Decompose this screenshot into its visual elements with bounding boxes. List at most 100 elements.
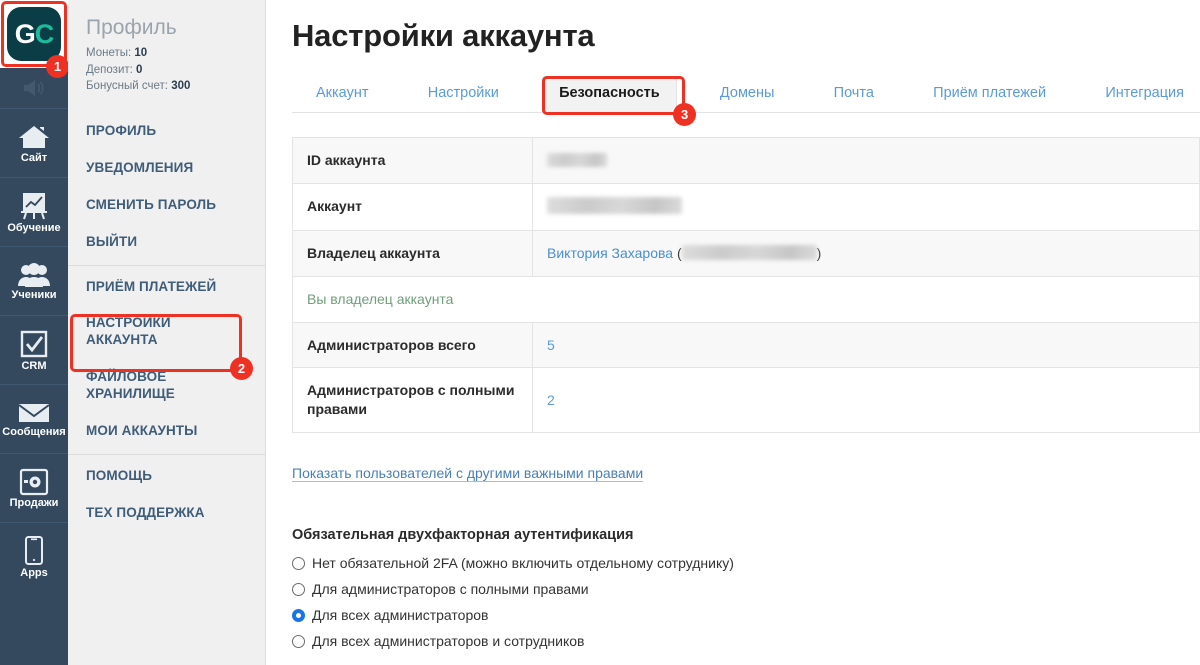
rail-item-site[interactable]: Сайт (0, 108, 68, 177)
main-content: Настройки аккаунта Аккаунт Настройки Без… (266, 0, 1200, 665)
app-root: GC 1 Сайт (0, 0, 1200, 665)
annotation-badge-3: 3 (673, 103, 696, 126)
table-row: Администраторов всего 5 (293, 322, 1200, 368)
rail-item-label: Продажи (10, 498, 59, 509)
tab-payments[interactable]: Приём платежей (917, 77, 1062, 112)
profile-stat-label: Депозит: (86, 64, 133, 76)
rail-item-messages[interactable]: Сообщения (0, 384, 68, 453)
twofa-option-none[interactable]: Нет обязательной 2FA (можно включить отд… (292, 555, 1200, 571)
sidebar-annotation-host: НАСТРОЙКИ АККАУНТА 2 (68, 305, 265, 359)
tab-account[interactable]: Аккаунт (300, 77, 384, 112)
logo-letter-g: G (15, 19, 35, 50)
sidebar-item-help[interactable]: ПОМОЩЬ (68, 454, 265, 495)
page-title: Настройки аккаунта (292, 18, 1200, 54)
table-cell-key: ID аккаунта (293, 138, 533, 184)
table-cell-key: Администраторов всего (293, 322, 533, 368)
table-cell-value (533, 138, 1200, 184)
table-row: Владелец аккаунта Виктория Захарова () (293, 230, 1200, 276)
admins-total-count[interactable]: 5 (547, 337, 555, 353)
tab-bar: Аккаунт Настройки Безопасность 3 Домены … (292, 76, 1200, 113)
table-cell-value (533, 183, 1200, 230)
profile-stat-coins: Монеты: 10 (86, 45, 251, 62)
rail-item-crm[interactable]: CRM (0, 315, 68, 384)
sidebar-item-logout[interactable]: ВЫЙТИ (68, 224, 265, 261)
tab-annotation-host: Безопасность 3 (542, 76, 677, 112)
table-row: Аккаунт (293, 183, 1200, 230)
account-owner-link[interactable]: Виктория Захарова (547, 245, 673, 261)
sidebar: Профиль Монеты: 10 Депозит: 0 Бонусный с… (68, 0, 266, 665)
table-cell-value: 2 (533, 368, 1200, 433)
twofa-option-label: Для администраторов с полными правами (312, 581, 589, 597)
logo-mark: GC (7, 7, 61, 61)
chart-easel-icon (18, 191, 50, 221)
tab-mail[interactable]: Почта (818, 77, 890, 112)
rail-item-label: Apps (20, 568, 48, 579)
owner-email-wrap: () (677, 245, 821, 261)
profile-stat-label: Бонусный счет: (86, 80, 168, 92)
logo-letter-c: C (35, 19, 54, 50)
table-cell-value: 5 (533, 322, 1200, 368)
rail-item-label: Ученики (11, 290, 56, 301)
twofa-option-full-admins[interactable]: Для администраторов с полными правами (292, 581, 1200, 597)
envelope-icon (17, 401, 51, 425)
rail-item-label: Обучение (7, 223, 60, 234)
icon-rail: GC 1 Сайт (0, 0, 68, 665)
twofa-section-title: Обязательная двухфакторная аутентификаци… (292, 527, 1200, 543)
tab-security[interactable]: Безопасность (542, 76, 677, 113)
checkbox-icon (19, 329, 49, 359)
account-info-table: ID аккаунта Аккаунт Владелец аккаунта Ви… (292, 137, 1200, 433)
show-other-users-link[interactable]: Показать пользователей с другими важными… (292, 465, 643, 482)
radio-icon-selected[interactable] (292, 609, 305, 622)
admins-full-rights-count[interactable]: 2 (547, 392, 555, 408)
sidebar-item-support[interactable]: ТЕХ ПОДДЕРЖКА (68, 495, 265, 532)
rail-item-apps[interactable]: Apps (0, 522, 68, 591)
tab-domains[interactable]: Домены (704, 77, 791, 112)
redacted-account-id (547, 153, 607, 167)
home-icon (17, 123, 51, 151)
people-icon (16, 262, 52, 288)
table-row: Администраторов с полными правами 2 (293, 368, 1200, 433)
sidebar-item-account-settings[interactable]: НАСТРОЙКИ АККАУНТА (68, 305, 265, 359)
sidebar-nav: ПРОФИЛЬ УВЕДОМЛЕНИЯ СМЕНИТЬ ПАРОЛЬ ВЫЙТИ… (68, 113, 265, 532)
table-cell-value: Виктория Захарова () (533, 230, 1200, 276)
sidebar-item-notifications[interactable]: УВЕДОМЛЕНИЯ (68, 150, 265, 187)
radio-icon[interactable] (292, 583, 305, 596)
rail-item-label: CRM (21, 361, 46, 372)
table-cell-key: Аккаунт (293, 183, 533, 230)
owner-notice: Вы владелец аккаунта (293, 276, 1200, 322)
profile-stat-label: Монеты: (86, 47, 131, 59)
rail-item-students[interactable]: Ученики (0, 246, 68, 315)
sidebar-item-change-password[interactable]: СМЕНИТЬ ПАРОЛЬ (68, 187, 265, 224)
redacted-account-name (547, 197, 682, 214)
tab-integration[interactable]: Интеграция (1089, 77, 1200, 112)
twofa-option-all-admins[interactable]: Для всех администраторов (292, 607, 1200, 623)
redacted-owner-email (682, 245, 817, 260)
profile-title: Профиль (86, 16, 251, 39)
twofa-option-label: Для всех администраторов (312, 607, 488, 623)
twofa-option-label: Для всех администраторов и сотрудников (312, 633, 585, 649)
profile-stat-value: 300 (171, 80, 190, 92)
twofa-option-all-admins-and-staff[interactable]: Для всех администраторов и сотрудников (292, 633, 1200, 649)
twofa-option-label: Нет обязательной 2FA (можно включить отд… (312, 555, 734, 571)
table-row: Вы владелец аккаунта (293, 276, 1200, 322)
profile-stat-deposit: Депозит: 0 (86, 62, 251, 79)
profile-stat-value: 0 (136, 64, 142, 76)
tab-settings[interactable]: Настройки (412, 77, 515, 112)
sidebar-item-payments[interactable]: ПРИЁМ ПЛАТЕЖЕЙ (68, 265, 265, 306)
radio-icon[interactable] (292, 557, 305, 570)
profile-stat-value: 10 (134, 47, 147, 59)
table-row: ID аккаунта (293, 138, 1200, 184)
rail-item-education[interactable]: Обучение (0, 177, 68, 246)
table-cell-key: Владелец аккаунта (293, 230, 533, 276)
annotation-badge-1: 1 (46, 55, 69, 78)
profile-stat-bonus: Бонусный счет: 300 (86, 78, 251, 95)
sidebar-item-profile[interactable]: ПРОФИЛЬ (68, 113, 265, 150)
logo-annotation-host: GC 1 (0, 0, 68, 68)
radio-icon[interactable] (292, 635, 305, 648)
table-cell-key: Администраторов с полными правами (293, 368, 533, 433)
phone-icon (24, 536, 44, 566)
sidebar-item-my-accounts[interactable]: МОИ АККАУНТЫ (68, 413, 265, 450)
rail-item-label: Сообщения (2, 427, 65, 438)
profile-summary: Профиль Монеты: 10 Депозит: 0 Бонусный с… (68, 10, 265, 103)
rail-item-sales[interactable]: Продажи (0, 453, 68, 522)
